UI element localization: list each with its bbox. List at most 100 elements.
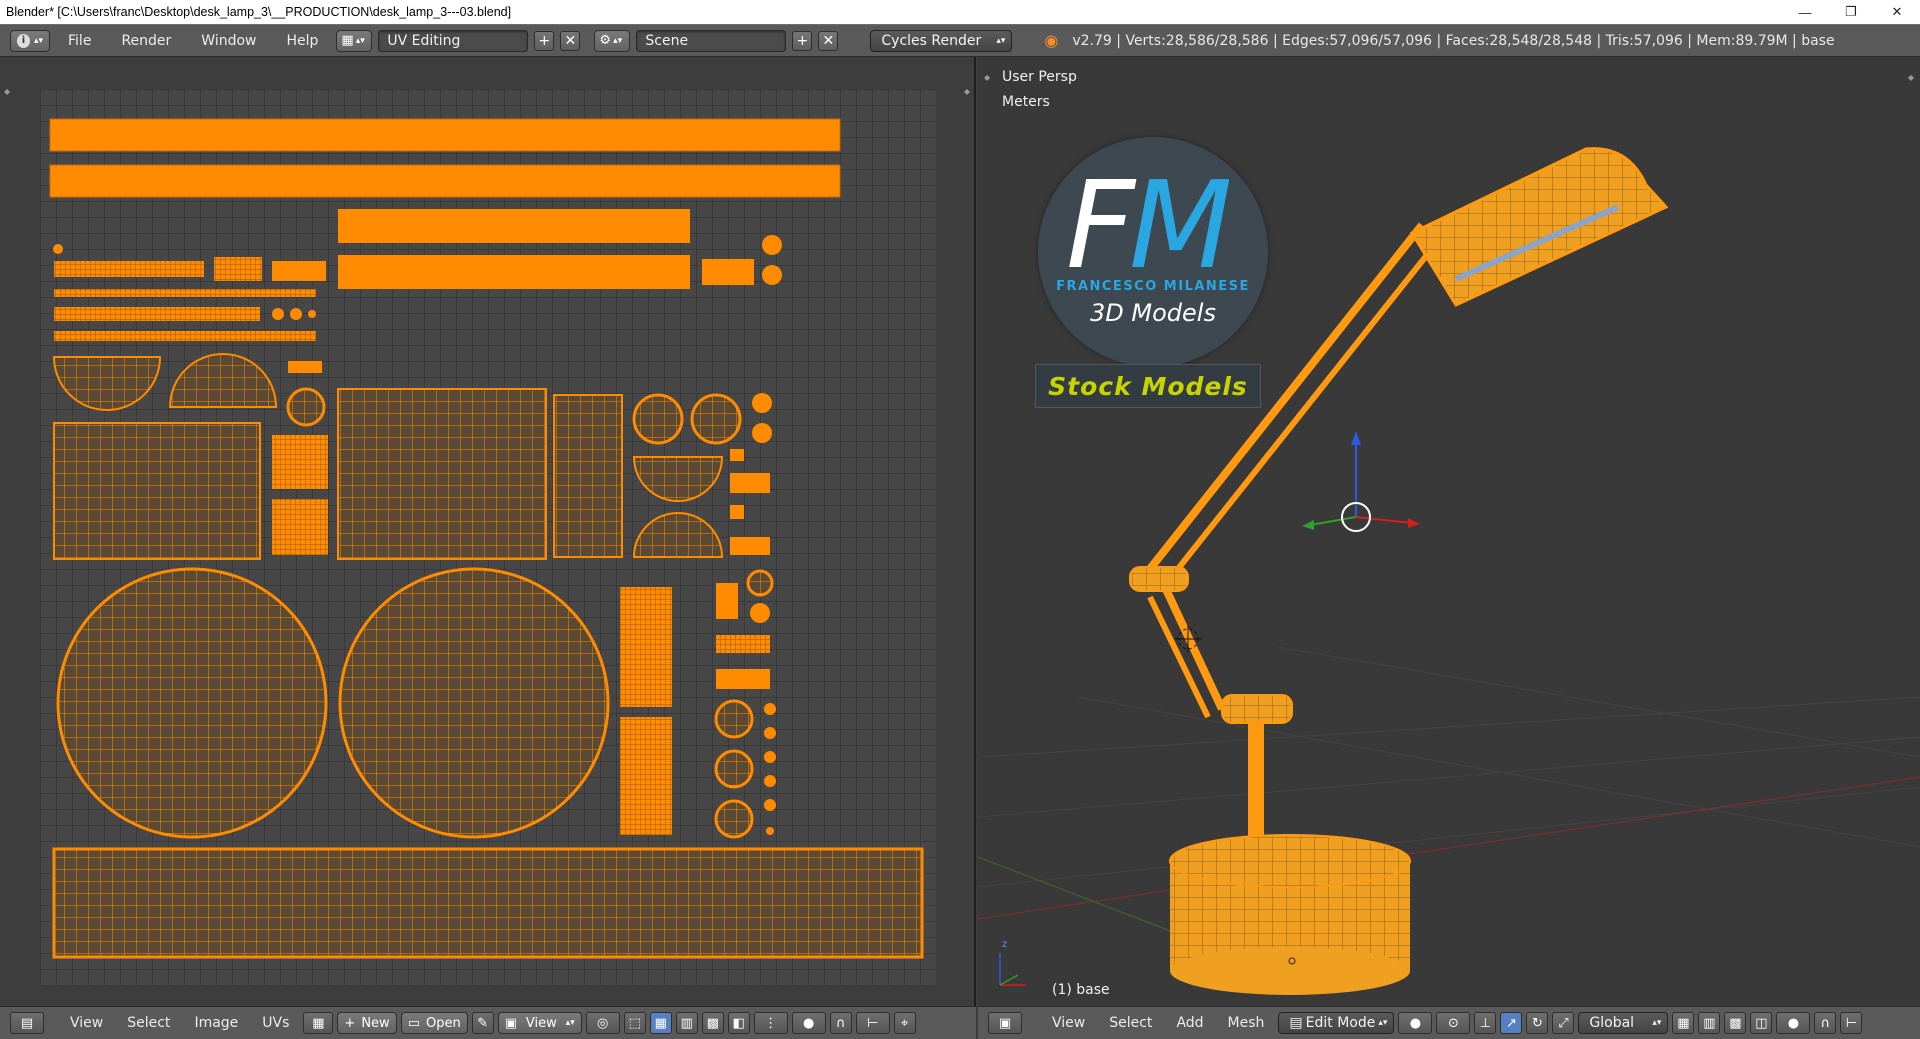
close-button[interactable]: ✕ <box>1874 0 1920 24</box>
area-corner-icon[interactable]: ◆ <box>964 87 970 96</box>
vp-menu-view[interactable]: View <box>1042 1015 1095 1031</box>
rotate-icon[interactable]: ↻ <box>1526 1012 1549 1034</box>
menu-window[interactable]: Window <box>189 33 268 49</box>
chevron-updown-icon: ▴▾ <box>996 35 1006 46</box>
scene-icon: ⚙ <box>599 33 612 48</box>
view-units-label: Meters <box>1002 94 1050 110</box>
uv-menu-select[interactable]: Select <box>117 1015 180 1031</box>
menu-file[interactable]: File <box>56 33 103 49</box>
pivot-icon[interactable]: ⊙ <box>1436 1012 1471 1034</box>
uv-extra-icon[interactable]: ⌖ <box>893 1012 916 1034</box>
editor-type-icon[interactable]: ▣ <box>988 1012 1022 1034</box>
translate-icon[interactable]: ↗ <box>1500 1012 1523 1034</box>
watermark-logo: FM FRANCESCO MILANESE 3D Models <box>1038 137 1268 367</box>
scale-icon[interactable]: ⤢ <box>1552 1012 1575 1034</box>
area-corner-icon[interactable]: ◆ <box>1908 73 1914 82</box>
edge-select-icon[interactable]: ▥ <box>1698 1012 1721 1034</box>
view-mode-label: View <box>525 1015 557 1031</box>
occlude-geometry-icon[interactable]: ◫ <box>1750 1012 1773 1034</box>
uv-menu-uvs[interactable]: UVs <box>252 1015 299 1031</box>
shading-icon[interactable]: ● <box>1398 1012 1433 1034</box>
interaction-mode-dropdown[interactable]: ▤ Edit Mode ▴▾ <box>1278 1012 1395 1034</box>
island-select-icon[interactable]: ◧ <box>727 1012 750 1034</box>
face-select-icon[interactable]: ▩ <box>1724 1012 1747 1034</box>
view-mode-dropdown[interactable]: ▣ View ▴▾ <box>497 1012 582 1034</box>
new-image-label: New <box>361 1015 390 1031</box>
open-image-button[interactable]: ▭ Open <box>400 1012 468 1034</box>
menu-help[interactable]: Help <box>274 33 330 49</box>
vp-menu-mesh[interactable]: Mesh <box>1218 1015 1275 1031</box>
delete-layout-icon[interactable]: ✕ <box>560 30 581 51</box>
logo-monogram: FM <box>1066 157 1233 296</box>
axis-z-label: z <box>1002 939 1008 950</box>
logo-m: M <box>1129 157 1233 296</box>
chevron-updown-icon: ▴▾ <box>613 35 623 46</box>
delete-scene-icon[interactable]: ✕ <box>818 30 839 51</box>
edit-mode-icon: ▤ <box>1289 1015 1303 1031</box>
vertex-select-icon[interactable]: ▦ <box>649 1012 672 1034</box>
chevron-updown-icon: ▴▾ <box>565 1018 575 1028</box>
uv-menu-view[interactable]: View <box>60 1015 113 1031</box>
view-projection-label: User Persp <box>1002 69 1077 85</box>
proportional-edit-icon[interactable]: ● <box>791 1012 826 1034</box>
pin-icon[interactable]: ✎ <box>471 1012 494 1034</box>
active-object-label: (1) base <box>1052 982 1110 998</box>
sticky-mode-icon[interactable]: ⋮ <box>753 1012 788 1034</box>
sync-selection-icon[interactable]: ⬚ <box>623 1012 646 1034</box>
blender-window: Blender* [C:\Users\franc\Desktop\desk_la… <box>0 0 1920 1039</box>
info-icon: i <box>17 33 30 48</box>
render-engine-dropdown[interactable]: Cycles Render ▴▾ <box>870 29 1013 52</box>
logo-tagline: 3D Models <box>1090 299 1216 327</box>
vertex-select-icon[interactable]: ▦ <box>1672 1012 1695 1034</box>
uv-image-editor[interactable]: ◆ ◆ <box>0 57 976 1006</box>
screen-layout-field[interactable]: UV Editing <box>378 29 529 52</box>
snap-icon[interactable]: ∩ <box>829 1012 852 1034</box>
snap-target-icon[interactable]: ⊢ <box>1840 1012 1863 1034</box>
transform-orientation-dropdown[interactable]: Global ▴▾ <box>1578 1012 1669 1034</box>
browse-image-icon[interactable]: ▦ <box>303 1012 334 1034</box>
editor-type-info-button[interactable]: i ▴▾ <box>10 29 50 52</box>
stock-models-banner: Stock Models <box>1035 364 1261 408</box>
new-image-button[interactable]: + New <box>337 1012 397 1034</box>
add-scene-icon[interactable]: + <box>792 30 813 51</box>
info-header: i ▴▾ File Render Window Help ▦ ▴▾ UV Edi… <box>0 24 1920 57</box>
maximize-button[interactable]: ❐ <box>1828 0 1874 24</box>
scene-selector-button[interactable]: ⚙ ▴▾ <box>594 29 631 52</box>
area-corner-icon[interactable]: ◆ <box>984 73 990 82</box>
face-select-icon[interactable]: ▩ <box>701 1012 724 1034</box>
scene-field[interactable]: Scene <box>636 29 787 52</box>
plus-icon: + <box>344 1015 356 1031</box>
minimize-button[interactable]: — <box>1782 0 1828 24</box>
folder-icon: ▭ <box>407 1015 420 1031</box>
snap-icon[interactable]: ∩ <box>1814 1012 1837 1034</box>
screen-layout-button[interactable]: ▦ ▴▾ <box>336 29 373 52</box>
vp-menu-select[interactable]: Select <box>1099 1015 1162 1031</box>
window-titlebar: Blender* [C:\Users\franc\Desktop\desk_la… <box>0 0 1920 24</box>
manipulator-toggle-icon[interactable]: ⊥ <box>1474 1012 1497 1034</box>
proportional-edit-icon[interactable]: ● <box>1776 1012 1811 1034</box>
open-image-label: Open <box>425 1015 461 1031</box>
uv-islands <box>49 118 924 959</box>
editor-type-icon[interactable]: ▤ <box>10 1012 44 1034</box>
render-engine-label: Cycles Render <box>881 32 982 49</box>
uv-grid-canvas[interactable] <box>40 89 936 985</box>
menu-render[interactable]: Render <box>109 33 183 49</box>
logo-f: F <box>1066 157 1135 296</box>
logo-author: FRANCESCO MILANESE <box>1056 279 1250 294</box>
uv-menu-image[interactable]: Image <box>184 1015 248 1031</box>
window-title: Blender* [C:\Users\franc\Desktop\desk_la… <box>6 5 512 19</box>
layout-grid-icon: ▦ <box>341 33 354 48</box>
area-corner-icon[interactable]: ◆ <box>4 87 10 96</box>
chevron-updown-icon: ▴▾ <box>355 35 365 46</box>
uv-editor-header: ▤ View Select Image UVs ▦ + New ▭ Open ✎ ▣… <box>0 1006 976 1039</box>
interaction-mode-label: Edit Mode <box>1305 1015 1376 1031</box>
viewport-header: ▣ View Select Add Mesh ▤ Edit Mode ▴▾ ● … <box>978 1006 1920 1039</box>
image-icon: ▣ <box>504 1015 518 1031</box>
3d-viewport[interactable]: ◆ ◆ User Persp Meters (1) base z FM FRAN… <box>978 57 1920 1006</box>
scene-stats: v2.79 | Verts:28,586/28,586 | Edges:57,0… <box>1072 32 1835 49</box>
snap-target-icon[interactable]: ⊢ <box>855 1012 890 1034</box>
edge-select-icon[interactable]: ▥ <box>675 1012 698 1034</box>
add-layout-icon[interactable]: + <box>534 30 555 51</box>
vp-menu-add[interactable]: Add <box>1166 1015 1213 1031</box>
pivot-icon[interactable]: ◎ <box>585 1012 620 1034</box>
